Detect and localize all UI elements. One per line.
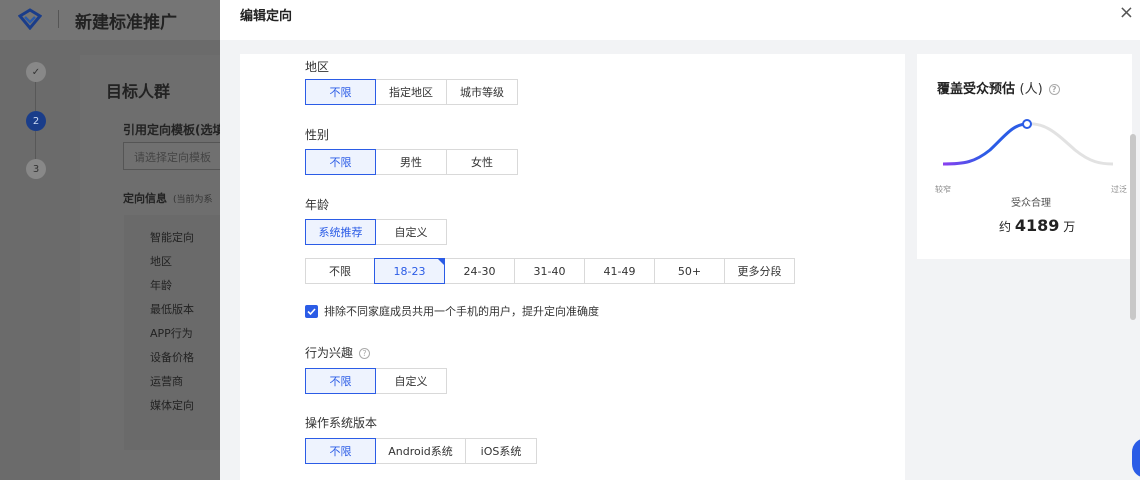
drawer-header: 编辑定向 ×	[220, 0, 1140, 40]
os-option-android[interactable]: Android系统	[375, 438, 466, 464]
curve-tail	[1024, 122, 1114, 166]
age-range-31-40[interactable]: 31-40	[514, 258, 585, 284]
help-icon[interactable]: ?	[1048, 84, 1060, 95]
estimate-high-label: 过泛	[1111, 185, 1127, 194]
exclude-shared-checkbox[interactable]	[305, 304, 318, 318]
age-range-unlimited[interactable]: 不限	[305, 258, 375, 284]
header-divider	[58, 10, 59, 28]
check-icon	[307, 307, 316, 315]
region-label: 地区	[305, 60, 330, 74]
close-icon[interactable]: ×	[1119, 4, 1134, 22]
region-option-unlimited[interactable]: 不限	[305, 79, 376, 105]
os-label: 操作系统版本	[305, 416, 378, 430]
age-mode-recommended[interactable]: 系统推荐	[305, 219, 376, 245]
estimate-low-label: 较窄	[935, 185, 951, 194]
step-sidebar	[0, 40, 75, 480]
gender-options: 不限 男性 女性	[305, 149, 518, 175]
audience-estimate-panel: 覆盖受众预估 (人)? 较窄 过泛 受众合理 约 4189 万	[917, 54, 1132, 259]
region-option-specific[interactable]: 指定地区	[375, 79, 447, 105]
list-item: 最低版本	[150, 303, 194, 316]
curve-marker	[1022, 119, 1032, 129]
info-label: 定向信息 (当前为系	[123, 192, 213, 205]
exclude-shared-row[interactable]: 排除不同家庭成员共用一个手机的用户，提升定向准确度	[305, 303, 599, 319]
age-range-50-plus[interactable]: 50+	[654, 258, 725, 284]
step-connector	[35, 131, 36, 159]
selected-corner-icon	[438, 259, 444, 265]
os-option-ios[interactable]: iOS系统	[465, 438, 537, 464]
list-item: 媒体定向	[150, 399, 194, 412]
age-label: 年龄	[305, 198, 330, 212]
list-item: 年龄	[150, 279, 172, 292]
region-options: 不限 指定地区 城市等级	[305, 79, 518, 105]
age-range-options: 不限 18-23 24-30 31-40 41-49 50+ 更多分段	[305, 258, 795, 284]
gender-option-female[interactable]: 女性	[446, 149, 518, 175]
estimate-title: 覆盖受众预估 (人)?	[937, 78, 1060, 97]
gender-option-male[interactable]: 男性	[375, 149, 447, 175]
exclude-shared-label: 排除不同家庭成员共用一个手机的用户，提升定向准确度	[324, 305, 599, 318]
age-range-more[interactable]: 更多分段	[724, 258, 795, 284]
gender-label: 性别	[305, 128, 330, 142]
gender-option-unlimited[interactable]: 不限	[305, 149, 376, 175]
list-item: 智能定向	[150, 231, 194, 244]
age-range-24-30[interactable]: 24-30	[444, 258, 515, 284]
step-2-active: 2	[26, 111, 46, 131]
list-item: APP行为	[150, 327, 193, 340]
section-heading: 目标人群	[106, 82, 171, 101]
audience-curve-chart	[942, 119, 1114, 166]
age-range-18-23[interactable]: 18-23	[374, 258, 445, 284]
curve-head	[942, 122, 1028, 166]
template-select: 请选择定向模板	[123, 142, 233, 170]
help-icon[interactable]: ?	[359, 348, 371, 359]
interest-options: 不限 自定义	[305, 368, 447, 394]
interest-option-unlimited[interactable]: 不限	[305, 368, 376, 394]
drawer-title: 编辑定向	[240, 9, 293, 24]
app-title: 新建标准推广	[75, 13, 177, 33]
list-item: 设备价格	[150, 351, 194, 364]
edit-targeting-drawer: 编辑定向 × 地区 不限 指定地区 城市等级 性别 不限 男性 女性 年龄 系统…	[220, 0, 1140, 480]
age-mode-custom[interactable]: 自定义	[375, 219, 447, 245]
scrollbar[interactable]	[1130, 134, 1136, 320]
step-connector	[35, 82, 36, 111]
list-item: 地区	[150, 255, 172, 268]
list-item: 运营商	[150, 375, 183, 388]
age-range-41-49[interactable]: 41-49	[584, 258, 655, 284]
interest-label: 行为兴趣?	[305, 344, 371, 361]
interest-option-custom[interactable]: 自定义	[375, 368, 447, 394]
estimate-mid-label: 受众合理	[1011, 198, 1051, 209]
targeting-form: 地区 不限 指定地区 城市等级 性别 不限 男性 女性 年龄 系统推荐 自定义 …	[240, 54, 905, 480]
app-logo-icon	[18, 8, 42, 30]
step-1-done-icon: ✓	[26, 62, 46, 82]
os-option-unlimited[interactable]: 不限	[305, 438, 376, 464]
os-options: 不限 Android系统 iOS系统	[305, 438, 537, 464]
estimate-value: 约 4189 万	[999, 216, 1076, 235]
template-label: 引用定向模板(选填)	[123, 123, 230, 137]
step-3: 3	[26, 159, 46, 179]
region-option-city-level[interactable]: 城市等级	[446, 79, 518, 105]
age-mode-options: 系统推荐 自定义	[305, 219, 447, 245]
